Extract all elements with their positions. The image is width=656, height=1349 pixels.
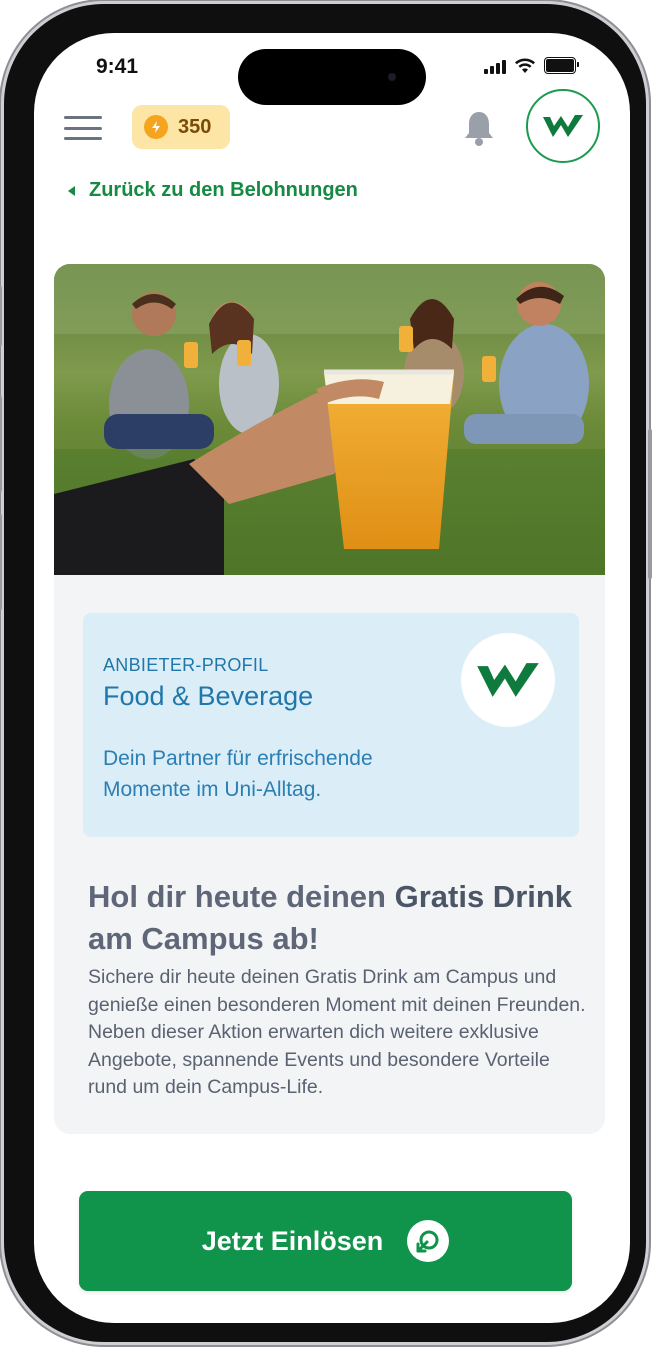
app-screen: 9:41 350 Zurück zu den Belohnungen ANBIE… bbox=[34, 33, 630, 1323]
w-logo-icon bbox=[477, 663, 539, 697]
offer-headline: Hol dir heute deinen Gratis Drink am Cam… bbox=[88, 876, 578, 960]
provider-logo bbox=[461, 633, 555, 727]
offer-description: Sichere dir heute deinen Gratis Drink am… bbox=[88, 966, 586, 1098]
redeem-button-label: Jetzt Einlösen bbox=[201, 1225, 384, 1256]
volume-up-button bbox=[0, 396, 2, 492]
action-button bbox=[0, 286, 2, 346]
phone-frame: 9:41 350 Zurück zu den Belohnungen ANBIE… bbox=[0, 4, 652, 1342]
offer-hero-image bbox=[54, 264, 605, 575]
headline-part1: Hol dir heute deinen bbox=[88, 879, 395, 914]
provider-name: Food & Beverage bbox=[103, 681, 314, 711]
volume-down-button bbox=[0, 514, 2, 610]
back-arrow-icon bbox=[68, 185, 75, 196]
dynamic-island bbox=[238, 49, 426, 105]
points-badge[interactable]: 350 bbox=[132, 105, 230, 149]
redeem-button[interactable]: Jetzt Einlösen bbox=[79, 1191, 572, 1291]
offer-card: ANBIETER-PROFIL Food & Beverage Dein Par… bbox=[54, 264, 605, 1134]
lightning-coin-icon bbox=[144, 115, 168, 139]
status-time: 9:41 bbox=[96, 55, 139, 78]
back-to-rewards-link[interactable]: Zurück zu den Belohnungen bbox=[68, 179, 358, 202]
provider-description: Dein Partner für erfrischende Momente im… bbox=[103, 747, 373, 801]
battery-icon bbox=[544, 57, 579, 74]
redeem-arrow-icon bbox=[407, 1220, 450, 1262]
bell-icon[interactable] bbox=[462, 109, 496, 147]
points-value: 350 bbox=[178, 115, 212, 138]
wifi-icon bbox=[515, 58, 535, 73]
headline-bold: Gratis Drink bbox=[394, 879, 573, 914]
status-icons bbox=[484, 57, 579, 74]
power-button bbox=[648, 429, 652, 579]
w-logo-icon bbox=[543, 115, 583, 137]
provider-kicker: ANBIETER-PROFIL bbox=[103, 655, 269, 675]
back-link-label: Zurück zu den Belohnungen bbox=[89, 179, 358, 201]
brand-logo-button[interactable] bbox=[526, 89, 600, 163]
hamburger-menu-icon[interactable] bbox=[64, 113, 102, 143]
provider-profile[interactable]: ANBIETER-PROFIL Food & Beverage Dein Par… bbox=[83, 613, 579, 837]
headline-part2: am Campus ab! bbox=[88, 921, 319, 956]
cellular-signal-icon bbox=[484, 58, 506, 74]
